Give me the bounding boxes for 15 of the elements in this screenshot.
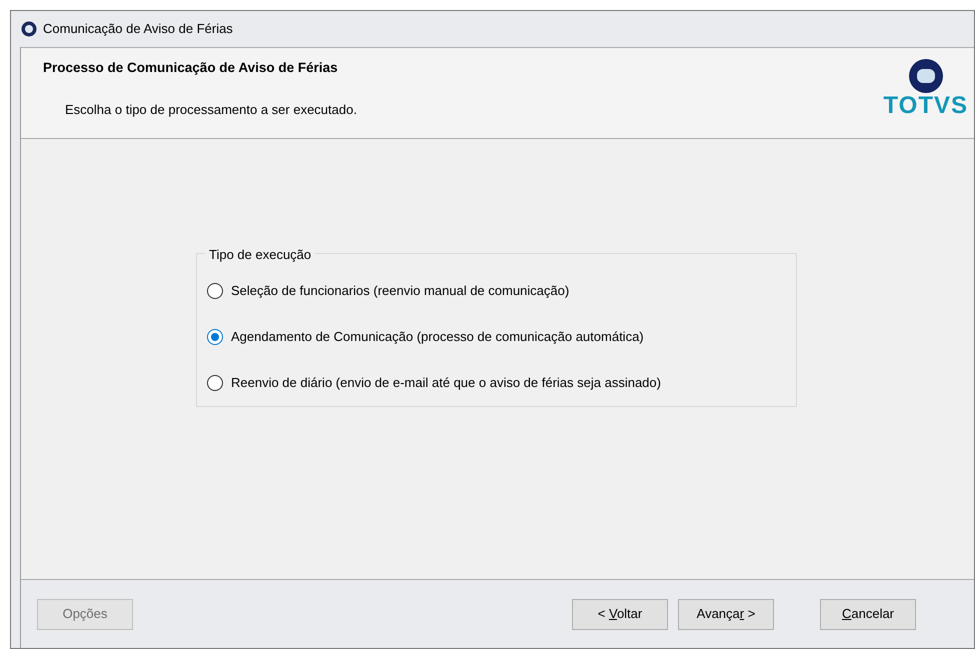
logo-text: TOTVS <box>883 94 968 118</box>
radio-label: Agendamento de Comunicação (processo de comunicação automática) <box>231 328 644 346</box>
radio-label: Seleção de funcionarios (reenvio manual de comunicação) <box>231 282 570 300</box>
dialog-button[interactable]: Cancelar <box>820 598 916 630</box>
radio-button[interactable] <box>207 329 223 345</box>
radio-label: Reenvio de diário (envio de e-mail até que o aviso de férias seja assinado) <box>231 374 661 392</box>
window-title: Comunicação de Aviso de Férias <box>43 20 233 38</box>
app-logo-icon <box>21 21 37 37</box>
radio-button[interactable] <box>207 375 223 391</box>
header-title: Processo de Comunicação de Aviso de Férias <box>43 59 339 77</box>
dialog-button[interactable]: Avançar > <box>678 598 774 630</box>
dialog-button[interactable]: < Voltar <box>572 598 668 630</box>
header-subtitle: Escolha o tipo de processamento a ser executado. <box>65 101 357 120</box>
radio-button[interactable] <box>207 283 223 299</box>
logo-icon <box>908 58 944 94</box>
